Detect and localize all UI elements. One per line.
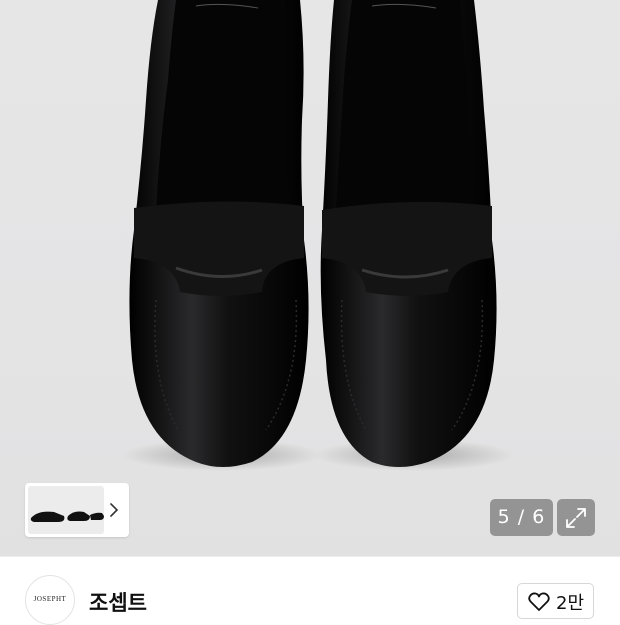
brand-name[interactable]: 조셉트 xyxy=(89,587,147,617)
like-button[interactable]: 2만 xyxy=(517,583,594,619)
product-photo xyxy=(122,0,514,471)
product-image-gallery[interactable]: 5 / 6 xyxy=(0,0,620,556)
image-counter: 5 / 6 xyxy=(490,499,553,536)
brand-logo[interactable]: JOSEPHT xyxy=(25,575,75,625)
chevron-right-icon[interactable] xyxy=(107,501,121,519)
brand-bar: JOSEPHT 조셉트 2만 xyxy=(0,557,620,625)
thumbnail-shoes xyxy=(30,511,104,522)
expand-button[interactable] xyxy=(557,499,595,536)
thumbnail-strip[interactable] xyxy=(25,483,129,537)
like-count: 2만 xyxy=(556,593,585,614)
expand-arrows-icon xyxy=(566,508,586,528)
thumbnail-image[interactable] xyxy=(28,486,104,534)
heart-outline-icon xyxy=(528,592,550,611)
brand-logo-text: JOSEPHT xyxy=(33,595,67,603)
